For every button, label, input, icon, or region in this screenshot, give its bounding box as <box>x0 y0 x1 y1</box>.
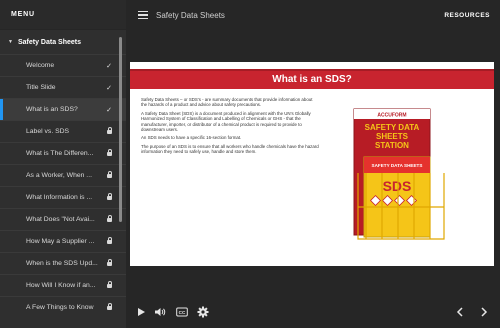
sds-station-image: ACCUFORM SAFETY DATA SHEETS STATION SAFE… <box>353 108 445 240</box>
sidebar-item-how-will-i-know[interactable]: How Will I Know if an... <box>0 274 126 296</box>
play-icon[interactable] <box>135 306 147 318</box>
sidebar-item-welcome[interactable]: Welcome ✓ <box>0 54 126 76</box>
sidebar-item-label: What is The Differen... <box>26 150 94 157</box>
lock-icon <box>104 149 112 157</box>
chevron-right-icon[interactable] <box>478 306 490 318</box>
sidebar-item-label: How May a Supplier ... <box>26 238 95 245</box>
slide-paragraph: An SDS needs to have a specific 16-secti… <box>141 135 242 141</box>
sign-line-2: SHEETS <box>376 132 409 141</box>
chevron-left-icon[interactable] <box>454 306 466 318</box>
sidebar-item-label: What is an SDS? <box>26 106 78 113</box>
sidebar-item-title-slide[interactable]: Title Slide ✓ <box>0 76 126 98</box>
sidebar-item-what-is-an-sds[interactable]: What is an SDS? ✓ <box>0 98 126 120</box>
section-safety-data-sheets[interactable]: ▼ Safety Data Sheets <box>0 30 126 54</box>
lock-icon <box>104 215 112 223</box>
sidebar-item-label: How Will I Know if an... <box>26 282 96 289</box>
slide-paragraph: Safety Data Sheets – or SDS's - are summ… <box>141 97 313 108</box>
gear-icon[interactable] <box>197 306 209 318</box>
sidebar-item-label: Title Slide <box>26 84 56 91</box>
resources-button[interactable]: RESOURCES <box>444 12 490 19</box>
sidebar-item-supplier[interactable]: How May a Supplier ... <box>0 230 126 252</box>
slide-paragraph: The purpose of an SDS is to ensure that … <box>141 143 319 155</box>
hamburger-menu-icon[interactable] <box>138 9 148 21</box>
lock-icon <box>104 193 112 201</box>
sidebar-menu: MENU ▼ Safety Data Sheets Welcome ✓ Titl… <box>0 0 126 328</box>
lock-icon <box>104 259 112 267</box>
checkmark-icon: ✓ <box>106 84 112 92</box>
sidebar-item-label: When is the SDS Upd... <box>26 260 98 267</box>
cc-label: CC <box>179 310 186 315</box>
checkmark-icon: ✓ <box>106 106 112 114</box>
volume-icon[interactable] <box>154 306 166 318</box>
menu-header: MENU <box>0 0 126 30</box>
sign-line-3: STATION <box>375 141 409 150</box>
slide-title: What is an SDS? <box>130 69 494 89</box>
sidebar-item-what-information[interactable]: What Information is ... <box>0 186 126 208</box>
sidebar-item-label: A Few Things to Know <box>26 304 94 311</box>
lock-icon <box>104 303 112 311</box>
binder-big-label: SDS <box>383 178 412 194</box>
sidebar-item-difference[interactable]: What is The Differen... <box>0 142 126 164</box>
sidebar-item-label: What Does "Not Avai... <box>26 216 95 223</box>
sidebar-item-not-available[interactable]: What Does "Not Avai... <box>0 208 126 230</box>
sidebar-item-as-a-worker[interactable]: As a Worker, When ... <box>0 164 126 186</box>
slide-body: Safety Data Sheets – or SDS's - are summ… <box>141 97 319 158</box>
cc-icon[interactable]: CC <box>176 306 188 318</box>
sidebar-item-label: As a Worker, When ... <box>26 172 92 179</box>
sidebar-item-label: Welcome <box>26 62 55 69</box>
slide-canvas: What is an SDS? Safety Data Sheets – or … <box>130 62 494 266</box>
top-bar: Safety Data Sheets RESOURCES <box>126 0 500 30</box>
checkmark-icon: ✓ <box>106 62 112 70</box>
sidebar-item-label: What Information is ... <box>26 194 93 201</box>
sidebar-item-few-things[interactable]: A Few Things to Know <box>0 296 126 318</box>
lock-icon <box>104 127 112 135</box>
course-title: Safety Data Sheets <box>156 10 225 20</box>
slide-paragraph: A Safety Data Sheet (SDS) is a document … <box>141 110 311 133</box>
section-title: Safety Data Sheets <box>17 38 81 46</box>
sidebar-item-sds-updated[interactable]: When is the SDS Upd... <box>0 252 126 274</box>
binder-title: SAFETY DATA SHEETS <box>372 163 423 168</box>
lock-icon <box>104 281 112 289</box>
caret-down-icon: ▼ <box>8 39 13 45</box>
lock-icon <box>104 237 112 245</box>
sidebar-scrollbar[interactable] <box>119 37 122 222</box>
sidebar-item-label: Label vs. SDS <box>26 128 70 135</box>
player-controls: CC <box>126 300 500 326</box>
sign-brand: ACCUFORM <box>377 113 406 119</box>
sign-line-1: SAFETY DATA <box>365 123 420 132</box>
sidebar-item-label-vs-sds[interactable]: Label vs. SDS <box>0 120 126 142</box>
lock-icon <box>104 171 112 179</box>
